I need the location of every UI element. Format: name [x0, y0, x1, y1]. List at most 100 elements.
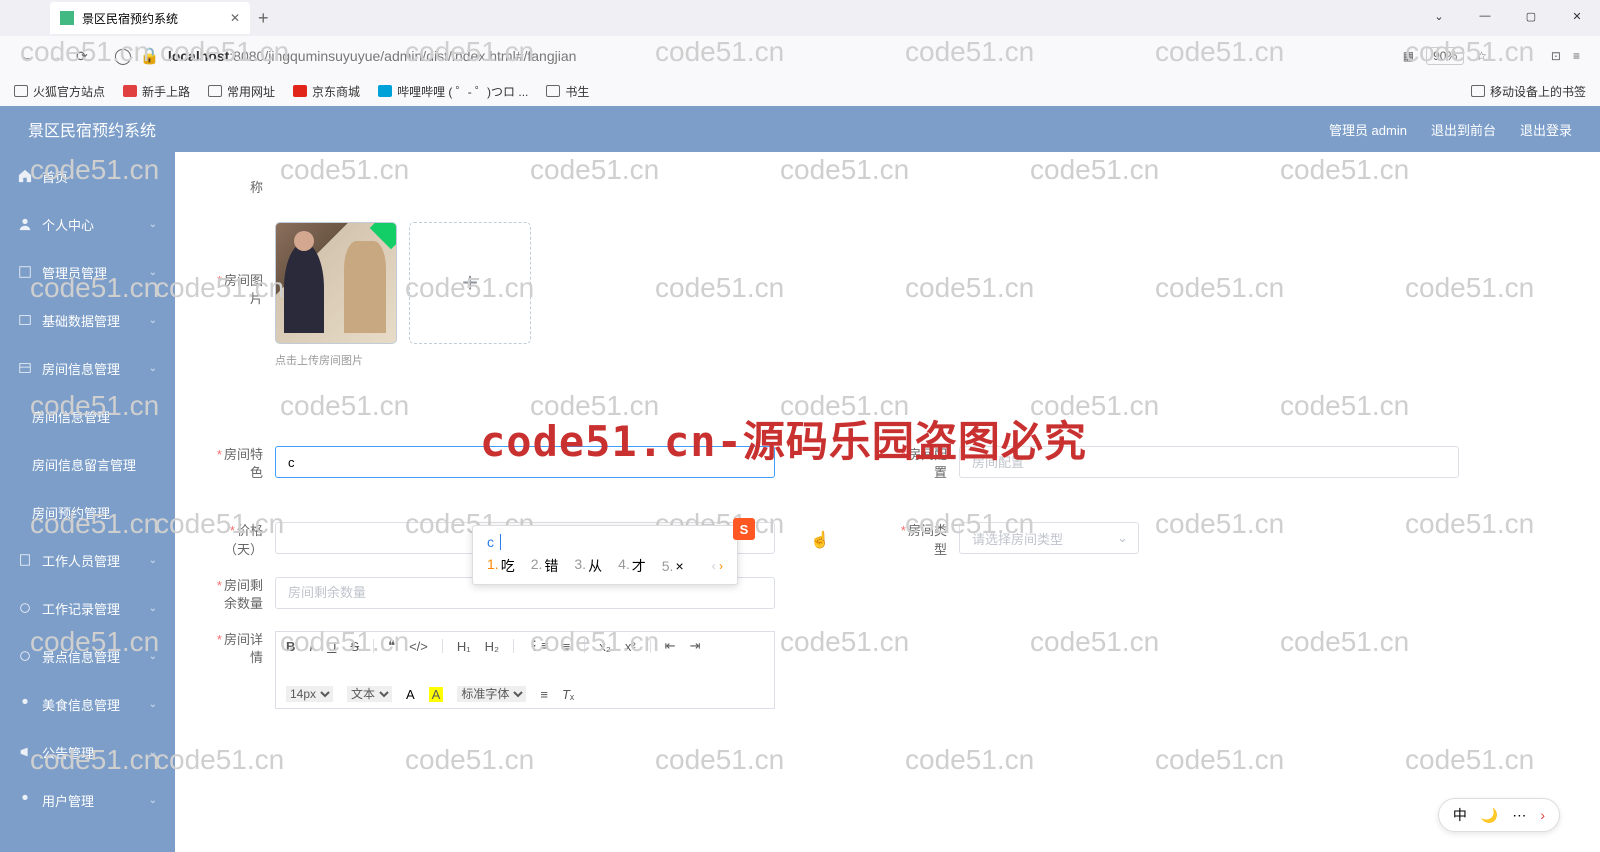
bookmark-item[interactable]: 京东商城	[293, 83, 360, 100]
tab-close-icon[interactable]: ✕	[230, 11, 240, 25]
menu-icon[interactable]: ≡	[1573, 49, 1580, 63]
chevron-down-icon: ⌄	[149, 651, 157, 662]
quote-icon[interactable]: ❝	[388, 638, 395, 654]
subscript-icon[interactable]: x₂	[599, 639, 611, 654]
superscript-icon[interactable]: x²	[625, 639, 636, 654]
font-family-select[interactable]: 标准字体	[457, 686, 526, 702]
bookmark-item[interactable]: 新手上路	[123, 83, 190, 100]
ime-candidate[interactable]: 1.吃	[487, 556, 515, 576]
nav-reload-icon[interactable]: ⟳	[76, 48, 92, 65]
window-close[interactable]: ✕	[1554, 0, 1600, 32]
language-bar[interactable]: 中 🌙 ⋯ ›	[1438, 798, 1560, 832]
window-controls: ⌄ — ▢ ✕	[1416, 0, 1600, 32]
underline-icon[interactable]: U	[327, 639, 336, 654]
bookmark-star-icon[interactable]: ☆	[1476, 49, 1487, 63]
chevron-down-icon: ⌄	[149, 315, 157, 326]
sidebar-item-base-data[interactable]: 基础数据管理⌄	[0, 296, 175, 344]
sidebar-item-food[interactable]: 美食信息管理⌄	[0, 680, 175, 728]
app-header: 景区民宿预约系统 管理员 admin 退出到前台 退出登录	[0, 106, 1600, 152]
lang-mode[interactable]: 中	[1453, 805, 1467, 825]
new-tab-button[interactable]: +	[258, 8, 282, 29]
notice-icon	[18, 745, 32, 759]
lang-more-icon[interactable]: ⋯	[1512, 807, 1526, 824]
sidebar-item-scenic[interactable]: 景点信息管理⌄	[0, 632, 175, 680]
sidebar-item-profile[interactable]: 个人中心⌄	[0, 200, 175, 248]
label-config: *房间配置	[895, 446, 959, 482]
ime-nav[interactable]: ‹ ›	[712, 559, 723, 573]
image-hint: 点击上传房间图片	[275, 352, 531, 368]
users-icon	[18, 793, 32, 807]
ime-candidate[interactable]: 2.错	[531, 556, 559, 576]
url-bar[interactable]: ◯ 🔒 localhost:8080/jingquminsuyuyue/admi…	[104, 42, 1391, 70]
paragraph-select[interactable]: 文本	[347, 686, 392, 702]
sidebar-item-staff[interactable]: 工作人员管理⌄	[0, 536, 175, 584]
label-image: *房间图片	[211, 222, 275, 368]
code-icon[interactable]: </>	[409, 639, 428, 654]
align-icon[interactable]: ≡	[540, 687, 548, 702]
header-exit-front[interactable]: 退出到前台	[1431, 120, 1496, 139]
chevron-down-icon: ⌄	[149, 699, 157, 710]
ime-candidate[interactable]: 3.从	[574, 556, 602, 576]
nav-forward-icon[interactable]: →	[48, 48, 64, 64]
ime-candidate[interactable]: 5.×	[662, 558, 684, 574]
bookmark-item[interactable]: 常用网址	[208, 83, 275, 100]
sidebar-sub-room-info[interactable]: 房间信息管理	[0, 392, 175, 440]
header-logout[interactable]: 退出登录	[1520, 120, 1572, 139]
theme-icon[interactable]: 🌙	[1481, 807, 1498, 824]
browser-chrome: ⌄ — ▢ ✕ 景区民宿预约系统 ✕ + ← → ⟳ ◯ 🔒 localhost…	[0, 0, 1600, 106]
browser-tab[interactable]: 景区民宿预约系统 ✕	[50, 2, 250, 34]
bookmark-item[interactable]: 书生	[546, 83, 589, 100]
addr-right: ▦ 90% ☆ ⊡ ≡	[1403, 47, 1580, 65]
staff-icon	[18, 553, 32, 567]
bold-icon[interactable]: B	[286, 639, 295, 654]
strike-icon[interactable]: S	[350, 639, 359, 654]
feature-input[interactable]	[275, 446, 775, 478]
window-maximize[interactable]: ▢	[1508, 0, 1554, 32]
bookmark-item[interactable]: 哔哩哔哩 ( ゜- ゜)つロ ...	[378, 83, 528, 100]
indent-icon[interactable]: ⇤	[665, 638, 676, 654]
admin-icon	[18, 265, 32, 279]
add-image-button[interactable]: +	[409, 222, 531, 344]
sidebar-sub-room-msg[interactable]: 房间信息留言管理	[0, 440, 175, 488]
sidebar: 首页 个人中心⌄ 管理员管理⌄ 基础数据管理⌄ 房间信息管理⌄ 房间信息管理 房…	[0, 152, 175, 852]
italic-icon[interactable]: I	[309, 639, 313, 654]
uploaded-image-thumb[interactable]	[275, 222, 397, 344]
extension-icon[interactable]: ⊡	[1551, 49, 1561, 63]
label-feature: *房间特色	[211, 446, 275, 482]
window-dropdown[interactable]: ⌄	[1416, 0, 1462, 32]
chevron-down-icon: ⌄	[149, 219, 157, 230]
window-minimize[interactable]: —	[1462, 0, 1508, 32]
sidebar-item-home[interactable]: 首页	[0, 152, 175, 200]
header-user[interactable]: 管理员 admin	[1329, 120, 1407, 139]
config-input[interactable]	[959, 446, 1459, 478]
home-icon	[18, 169, 32, 183]
sidebar-item-worklog[interactable]: 工作记录管理⌄	[0, 584, 175, 632]
app: 景区民宿预约系统 管理员 admin 退出到前台 退出登录 首页 个人中心⌄ 管…	[0, 106, 1600, 852]
sidebar-item-room-info[interactable]: 房间信息管理⌄	[0, 344, 175, 392]
user-icon	[18, 217, 32, 231]
h2-icon[interactable]: H₂	[485, 639, 499, 654]
bg-color-icon[interactable]: A	[429, 687, 444, 702]
sidebar-sub-room-booking[interactable]: 房间预约管理	[0, 488, 175, 536]
sidebar-item-notice[interactable]: 公告管理⌄	[0, 728, 175, 776]
ime-logo-icon: S	[733, 518, 755, 540]
sidebar-item-admin[interactable]: 管理员管理⌄	[0, 248, 175, 296]
clear-icon[interactable]: Tₓ	[562, 687, 574, 702]
font-size-select[interactable]: 14px	[286, 686, 333, 702]
ime-candidate[interactable]: 4.才	[618, 556, 646, 576]
h1-icon[interactable]: H₁	[457, 639, 471, 654]
type-select[interactable]: 请选择房间类型	[959, 522, 1139, 554]
chevron-down-icon: ⌄	[149, 747, 157, 758]
scenic-icon	[18, 649, 32, 663]
bookmark-mobile[interactable]: 移动设备上的书签	[1471, 83, 1586, 100]
lang-collapse-icon[interactable]: ›	[1540, 807, 1545, 823]
zoom-level[interactable]: 90%	[1426, 47, 1464, 65]
font-color-icon[interactable]: A	[406, 687, 415, 702]
sidebar-item-users[interactable]: 用户管理⌄	[0, 776, 175, 824]
bookmark-item[interactable]: 火狐官方站点	[14, 83, 105, 100]
list-ordered-icon[interactable]: ⋮≡	[528, 638, 549, 654]
nav-back-icon[interactable]: ←	[20, 48, 36, 64]
qr-icon[interactable]: ▦	[1403, 49, 1414, 63]
list-bullet-icon[interactable]: ≡	[563, 639, 571, 654]
outdent-icon[interactable]: ⇥	[690, 638, 701, 654]
